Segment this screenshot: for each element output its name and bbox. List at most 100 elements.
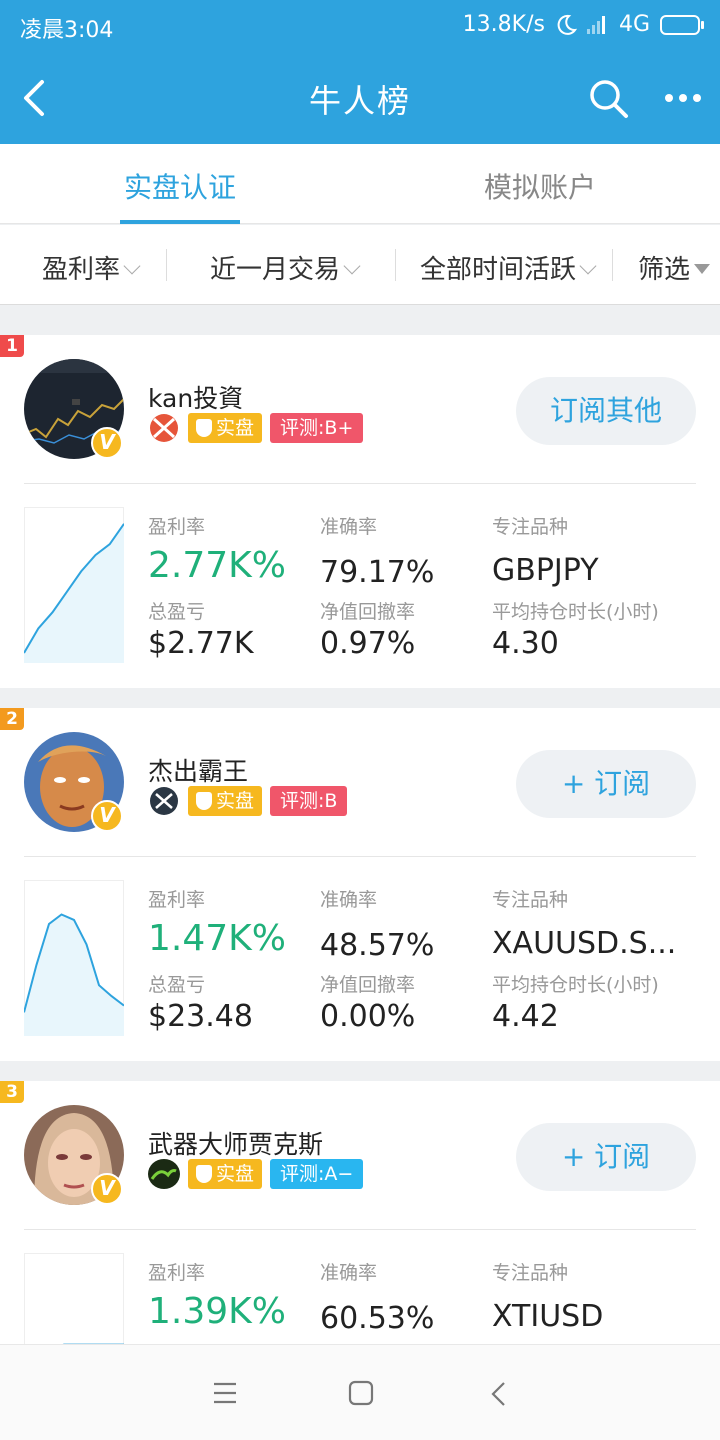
profit-rate-value: 2.77K%: [148, 545, 286, 586]
curve-area: [24, 914, 124, 1036]
title-bar: 牛人榜: [0, 52, 720, 144]
chevron-down-icon: [123, 257, 141, 275]
network-speed: 13.8K/s: [462, 12, 545, 37]
menu-icon[interactable]: [212, 1381, 238, 1405]
search-icon[interactable]: [586, 76, 630, 120]
trader-name[interactable]: kan投資: [148, 379, 243, 415]
filter-sort-profit[interactable]: 盈利率: [42, 249, 141, 286]
status-bar: 凌晨3:04 13.8K/s 4G: [0, 0, 720, 52]
profit-curve-chart: [24, 507, 124, 663]
profit-rate-label: 盈利率: [148, 889, 206, 911]
avg-hold-label: 平均持仓时长(小时): [492, 974, 659, 996]
accuracy-label: 准确率: [320, 516, 378, 538]
trader-badges: 实盘 评测:B+: [148, 413, 364, 443]
accuracy-label: 准确率: [320, 889, 378, 911]
profit-curve-chart: [24, 880, 124, 1036]
focus-symbol-value: XAUUSD.S...: [492, 926, 677, 961]
drawdown-value: 0.00%: [320, 999, 416, 1034]
back-chevron-icon[interactable]: [488, 1380, 510, 1408]
verified-badge-icon: V: [91, 427, 123, 459]
real-account-tag: 实盘: [188, 413, 263, 443]
broker-logo-icon: [148, 1159, 180, 1189]
accuracy-value: 48.57%: [320, 928, 435, 963]
avg-hold-value: 4.42: [492, 999, 559, 1034]
trader-badges: 实盘 评测:A−: [148, 1159, 364, 1189]
trader-card[interactable]: 1 V kan投資 实盘 评测:B+ 订阅其他 盈利率 2.77K% 总盈亏 $…: [0, 335, 720, 688]
subscribe-button[interactable]: + 订阅: [516, 750, 696, 818]
filter-divider: [612, 249, 613, 281]
rank-badge: 1: [0, 335, 24, 357]
accuracy-value: 79.17%: [320, 555, 435, 590]
status-time: 凌晨3:04: [20, 18, 114, 43]
trader-badges: 实盘 评测:B: [148, 786, 348, 816]
profit-rate-value: 1.39K%: [148, 1291, 286, 1332]
grade-tag: 评测:A−: [270, 1159, 364, 1189]
broker-logo-icon: [150, 414, 178, 442]
shield-icon: [196, 1165, 212, 1183]
subscribe-other-button[interactable]: 订阅其他: [516, 377, 696, 445]
shield-icon: [196, 419, 212, 437]
real-tag-label: 实盘: [216, 1163, 255, 1185]
system-nav-bar: [0, 1344, 720, 1440]
filter-active-time[interactable]: 全部时间活跃: [420, 249, 597, 286]
filter-trade-period[interactable]: 近一月交易: [210, 249, 361, 286]
focus-symbol-label: 专注品种: [492, 889, 569, 911]
total-pl-label: 总盈亏: [148, 974, 206, 996]
filter-bar: 盈利率 近一月交易 全部时间活跃 筛选: [0, 225, 720, 305]
more-icon[interactable]: [660, 76, 706, 120]
real-tag-label: 实盘: [216, 417, 255, 439]
trader-card[interactable]: 2 V 杰出霸王 实盘 评测:B + 订阅 盈利率 1.47K% 总盈亏 $23…: [0, 708, 720, 1061]
trader-card[interactable]: 3 V 武器大师贾克斯 实盘 评测:A− + 订阅 盈利率 1.39K% 准确率…: [0, 1081, 720, 1409]
drawdown-value: 0.97%: [320, 626, 416, 661]
chevron-down-icon: [343, 257, 361, 275]
card-divider: [24, 483, 696, 484]
funnel-icon: [694, 264, 711, 274]
battery-icon: [660, 14, 704, 35]
card-divider: [24, 1229, 696, 1230]
tab-real-account[interactable]: 实盘认证: [60, 166, 300, 206]
home-square-icon[interactable]: [348, 1380, 374, 1406]
filter-divider: [395, 249, 396, 281]
filter-divider: [166, 249, 167, 281]
avg-hold-value: 4.30: [492, 626, 559, 661]
real-account-tag: 实盘: [188, 1159, 263, 1189]
drawdown-label: 净值回撤率: [320, 974, 416, 996]
top-bar: 凌晨3:04 13.8K/s 4G 牛人榜: [0, 0, 720, 144]
total-pl-label: 总盈亏: [148, 601, 206, 623]
trader-name[interactable]: 杰出霸王: [148, 752, 248, 788]
profit-rate-label: 盈利率: [148, 516, 206, 538]
filter-screen[interactable]: 筛选: [638, 249, 711, 286]
total-pl-value: $23.48: [148, 999, 253, 1034]
subscribe-button[interactable]: + 订阅: [516, 1123, 696, 1191]
card-divider: [24, 856, 696, 857]
focus-symbol-label: 专注品种: [492, 516, 569, 538]
grade-tag: 评测:B: [270, 786, 348, 816]
signal-icon: [586, 15, 609, 34]
verified-badge-icon: V: [91, 1173, 123, 1205]
filter-label: 近一月交易: [210, 255, 341, 285]
drawdown-label: 净值回撤率: [320, 601, 416, 623]
broker-logo-icon: [150, 787, 178, 815]
account-tabs: 实盘认证 模拟账户: [0, 144, 720, 224]
trader-name[interactable]: 武器大师贾克斯: [148, 1125, 323, 1161]
accuracy-value: 60.53%: [320, 1301, 435, 1336]
rank-badge: 3: [0, 1081, 24, 1103]
profit-rate-label: 盈利率: [148, 1262, 206, 1284]
moon-icon: [557, 14, 577, 35]
network-type: 4G: [618, 12, 650, 37]
active-tab-underline: [120, 220, 240, 224]
real-account-tag: 实盘: [188, 786, 263, 816]
profit-rate-value: 1.47K%: [148, 918, 286, 959]
accuracy-label: 准确率: [320, 1262, 378, 1284]
avg-hold-label: 平均持仓时长(小时): [492, 601, 659, 623]
filter-label: 筛选: [638, 255, 691, 285]
verified-badge-icon: V: [91, 800, 123, 832]
status-right: 13.8K/s 4G: [462, 12, 704, 37]
chevron-down-icon: [579, 257, 597, 275]
real-tag-label: 实盘: [216, 790, 255, 812]
total-pl-value: $2.77K: [148, 626, 254, 661]
filter-label: 全部时间活跃: [420, 255, 577, 285]
grade-tag: 评测:B+: [270, 413, 364, 443]
tab-demo-account[interactable]: 模拟账户: [420, 166, 660, 206]
shield-icon: [196, 792, 212, 810]
